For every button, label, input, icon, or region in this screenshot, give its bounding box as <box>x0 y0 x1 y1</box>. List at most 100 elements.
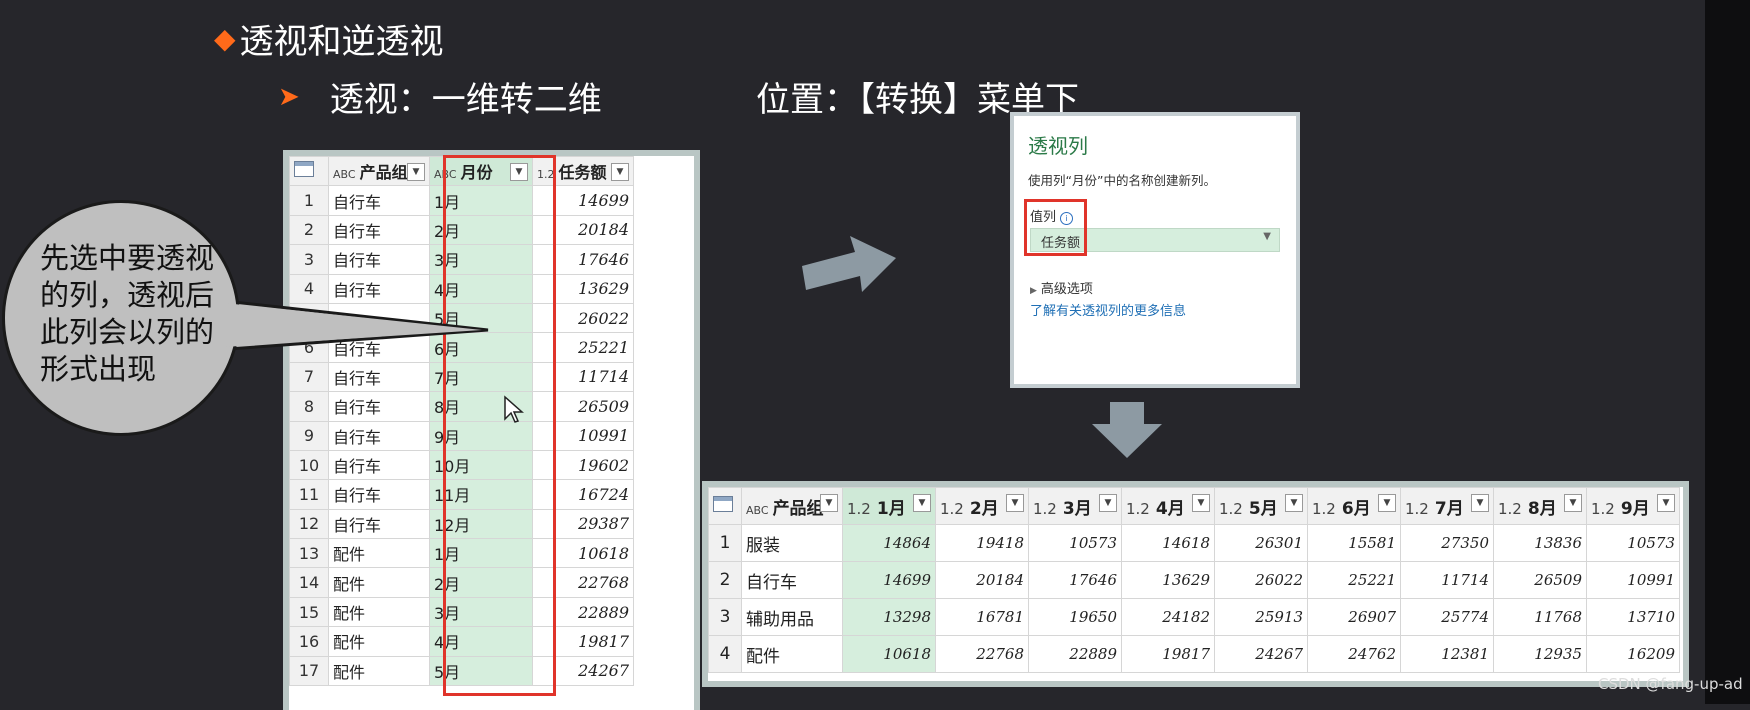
header-label: 产品组 <box>772 498 824 519</box>
cell-amount[interactable]: 27350 <box>1400 524 1494 562</box>
cell-amount[interactable]: 25913 <box>1214 598 1308 636</box>
cell-group[interactable]: 配件 <box>328 567 430 598</box>
pivoted-grid-body: 1 服装 14864 19418 10573 14618 26301 15581 27350 13… <box>708 524 1680 673</box>
type-num-icon: 1.2 <box>1312 499 1336 518</box>
filter-dropdown-icon[interactable]: ▼ <box>820 494 838 512</box>
cell-amount[interactable]: 14699 <box>842 561 936 599</box>
advanced-options-toggle[interactable]: ▶ 高级选项 <box>1030 278 1093 297</box>
dialog-description: 使用列“月份”中的名称创建新列。 <box>1028 173 1216 188</box>
cell-amount[interactable]: 10573 <box>1586 524 1680 562</box>
table-row: 1 服装 14864 19418 10573 14618 26301 15581 27350 13… <box>708 524 1680 562</box>
cell-amount[interactable]: 24762 <box>1307 635 1401 673</box>
arrow-right-icon <box>802 236 896 292</box>
callout-text: 先选中要透视 的列，透视后 此列会以列的 形式出现 <box>40 240 240 388</box>
cell-amount[interactable]: 13629 <box>1121 561 1215 599</box>
header-label: 3月 <box>1062 498 1092 519</box>
table-row: 2 自行车 14699 20184 17646 13629 26022 25221 11714 2… <box>708 561 1680 599</box>
cell-amount[interactable]: 10618 <box>842 635 936 673</box>
cell-group[interactable]: 配件 <box>328 626 430 657</box>
header-label: 7月 <box>1434 498 1464 519</box>
cell-amount[interactable]: 26509 <box>1493 561 1587 599</box>
row-index: 16 <box>289 626 329 657</box>
column-header-month[interactable]: 1.2 9月 ▼ <box>1586 487 1680 525</box>
cell-amount[interactable]: 26907 <box>1307 598 1401 636</box>
cell-amount[interactable]: 13836 <box>1493 524 1587 562</box>
column-header-month[interactable]: 1.2 6月 ▼ <box>1307 487 1401 525</box>
cell-group[interactable]: 自行车 <box>328 508 430 540</box>
cell-group[interactable]: 自行车 <box>741 561 843 599</box>
cell-amount[interactable]: 12381 <box>1400 635 1494 673</box>
cell-amount[interactable]: 15581 <box>1307 524 1401 562</box>
cell-amount[interactable]: 22768 <box>935 635 1029 673</box>
column-header-month[interactable]: 1.2 7月 ▼ <box>1400 487 1494 525</box>
cell-group[interactable]: 配件 <box>741 635 843 673</box>
filter-dropdown-icon[interactable]: ▼ <box>1378 494 1396 512</box>
column-header-group[interactable]: ABC 产品组 ▼ <box>741 487 843 525</box>
filter-dropdown-icon[interactable]: ▼ <box>1285 494 1303 512</box>
cell-amount[interactable]: 10573 <box>1028 524 1122 562</box>
cell-amount[interactable]: 24267 <box>1214 635 1308 673</box>
type-num-icon: 1.2 <box>1405 499 1429 518</box>
cell-amount[interactable]: 16209 <box>1586 635 1680 673</box>
pivoted-grid: ABC 产品组 ▼ 1.2 1月 ▼ 1.2 2月 ▼ 1.2 3月 ▼ 1.2 4月 ▼ 1.2 5月 ▼ 1.… <box>708 487 1680 673</box>
filter-dropdown-icon[interactable]: ▼ <box>913 494 931 512</box>
cell-amount[interactable]: 17646 <box>1028 561 1122 599</box>
cell-group[interactable]: 服装 <box>741 524 843 562</box>
cell-amount[interactable]: 19817 <box>1121 635 1215 673</box>
row-index: 2 <box>708 561 742 599</box>
table-menu-icon[interactable] <box>708 487 742 525</box>
cell-amount[interactable]: 24182 <box>1121 598 1215 636</box>
filter-dropdown-icon[interactable]: ▼ <box>1471 494 1489 512</box>
column-header-month[interactable]: 1.2 4月 ▼ <box>1121 487 1215 525</box>
type-num-icon: 1.2 <box>1033 499 1057 518</box>
cell-group[interactable]: 辅助用品 <box>741 598 843 636</box>
value-column-highlight <box>1024 199 1087 256</box>
header-label: 5月 <box>1248 498 1278 519</box>
cell-amount[interactable]: 12935 <box>1493 635 1587 673</box>
cell-amount[interactable]: 11714 <box>1400 561 1494 599</box>
pivot-column-dialog: 透视列 使用列“月份”中的名称创建新列。 值列 i 任务额 ▼ ▶ 高级选项 了解有… <box>1010 112 1300 388</box>
filter-dropdown-icon[interactable]: ▼ <box>1657 494 1675 512</box>
cell-amount[interactable]: 26301 <box>1214 524 1308 562</box>
type-num-icon: 1.2 <box>1591 499 1615 518</box>
cell-amount[interactable]: 14618 <box>1121 524 1215 562</box>
column-header-month[interactable]: 1.2 1月 ▼ <box>842 487 936 525</box>
column-header-month[interactable]: 1.2 2月 ▼ <box>935 487 1029 525</box>
callout-pointer-fill <box>224 303 482 347</box>
cell-group[interactable]: 配件 <box>328 655 430 687</box>
row-index: 1 <box>708 524 742 562</box>
filter-dropdown-icon[interactable]: ▼ <box>1099 494 1117 512</box>
cell-amount[interactable]: 13710 <box>1586 598 1680 636</box>
filter-dropdown-icon[interactable]: ▼ <box>1006 494 1024 512</box>
cell-amount[interactable]: 10991 <box>1586 561 1680 599</box>
learn-more-link[interactable]: 了解有关透视列的更多信息 <box>1030 300 1186 319</box>
cell-amount[interactable]: 19418 <box>935 524 1029 562</box>
column-header-month[interactable]: 1.2 3月 ▼ <box>1028 487 1122 525</box>
triangle-right-icon: ▶ <box>1030 286 1037 296</box>
column-header-month[interactable]: 1.2 8月 ▼ <box>1493 487 1587 525</box>
cell-amount[interactable]: 19650 <box>1028 598 1122 636</box>
arrow-down-icon <box>1092 402 1162 458</box>
filter-dropdown-icon[interactable]: ▼ <box>1564 494 1582 512</box>
cell-amount[interactable]: 16781 <box>935 598 1029 636</box>
cell-group[interactable]: 自行车 <box>328 479 430 510</box>
cell-amount[interactable]: 25774 <box>1400 598 1494 636</box>
cell-amount[interactable]: 11768 <box>1493 598 1587 636</box>
cell-amount[interactable]: 25221 <box>1307 561 1401 599</box>
filter-dropdown-icon[interactable]: ▼ <box>1192 494 1210 512</box>
chevron-down-icon: ▼ <box>1263 231 1271 242</box>
cell-amount[interactable]: 14864 <box>842 524 936 562</box>
cell-amount[interactable]: 26022 <box>1214 561 1308 599</box>
cell-group[interactable]: 配件 <box>328 538 430 569</box>
cell-amount[interactable]: 13298 <box>842 598 936 636</box>
callout-line: 此列会以列的 <box>40 315 215 349</box>
type-abc-icon: ABC <box>746 503 769 517</box>
column-header-month[interactable]: 1.2 5月 ▼ <box>1214 487 1308 525</box>
row-index: 13 <box>289 538 329 569</box>
watermark: CSDN @fang-up-ad <box>1598 675 1743 693</box>
cell-group[interactable]: 配件 <box>328 596 430 628</box>
callout-line: 形式出现 <box>40 352 157 386</box>
filter-dropdown-icon[interactable]: ▼ <box>611 163 629 181</box>
cell-amount[interactable]: 22889 <box>1028 635 1122 673</box>
cell-amount[interactable]: 20184 <box>935 561 1029 599</box>
